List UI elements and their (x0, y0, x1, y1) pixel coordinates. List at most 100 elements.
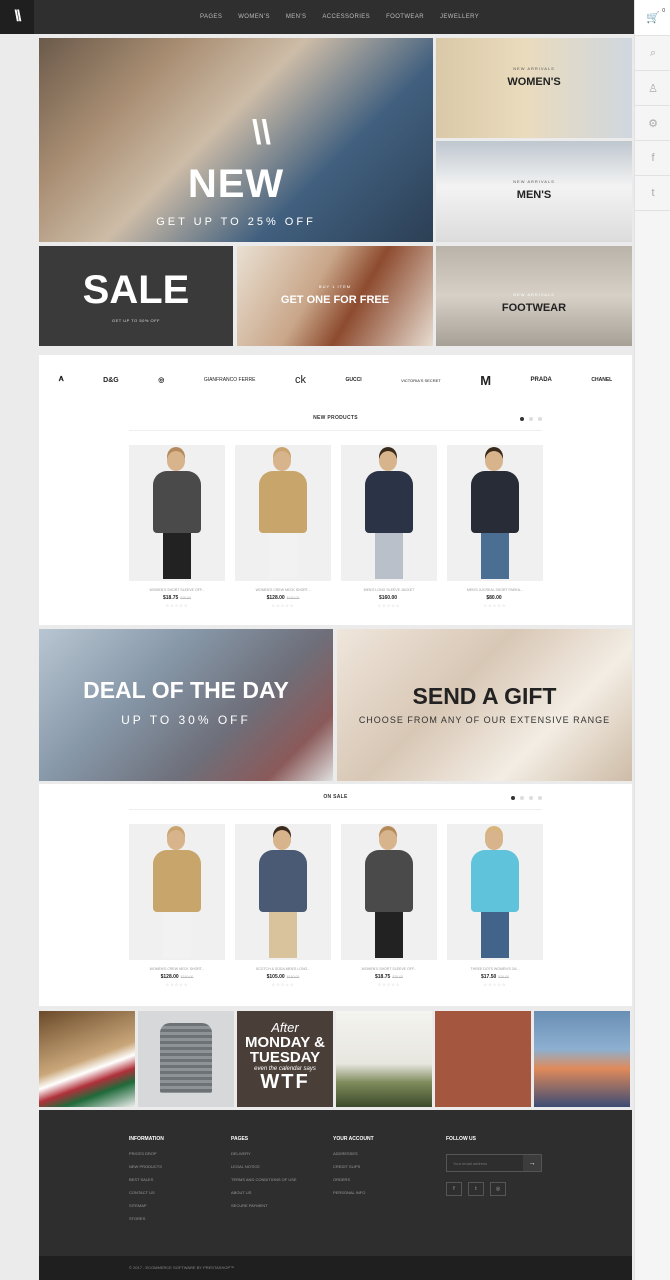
footer-link[interactable]: TERMS AND CONDITIONS OF USE (231, 1177, 297, 1182)
brand-logo-prada[interactable]: PRADA (531, 377, 552, 383)
footer-link[interactable]: CONTACT US (129, 1190, 164, 1195)
gallery-tile[interactable] (534, 1011, 630, 1107)
banner-title: SEND A GIFT (412, 683, 557, 709)
brand-logo-victorias-secret[interactable]: VICTORIA'S SECRET (401, 378, 441, 383)
product-card[interactable]: WOMEN'S SHORT SLEEVE OFF... $18.75 $25.00 ☆… (129, 445, 225, 608)
product-name[interactable]: WOMEN'S SHORT SLEEVE OFF... (129, 588, 225, 592)
newsletter-email-input[interactable] (447, 1155, 523, 1171)
footer-link[interactable]: LEGAL NOTICE (231, 1164, 297, 1169)
product-image[interactable] (447, 445, 543, 581)
pager-dot[interactable] (529, 417, 533, 421)
product-image[interactable] (341, 445, 437, 581)
womens-banner[interactable]: NEW ARRIVALS WOMEN'S (436, 38, 632, 138)
footer-link[interactable]: DELIVERY (231, 1151, 297, 1156)
new-collection-banner[interactable]: \\ NEW GET UP TO 25% OFF (39, 38, 433, 242)
brand-logo-dg[interactable]: D&G (103, 377, 119, 384)
logo[interactable]: \\ (0, 0, 34, 34)
product-card[interactable]: WOMEN'S CREW NECK SHORT... $128.00 $160.00… (235, 445, 331, 608)
nav-item-pages[interactable]: PAGES (200, 14, 222, 20)
quote-line: WTF (260, 1071, 310, 1094)
footer-link[interactable]: SITEMAP (129, 1203, 164, 1208)
carousel-pager[interactable] (511, 796, 542, 800)
product-name[interactable]: MEN'S JUCREAL SHORT PARKA... (447, 588, 543, 592)
footer-link[interactable]: STORES (129, 1216, 164, 1221)
sale-banner[interactable]: SALE GET UP TO 50% OFF (39, 246, 233, 346)
brand-logo-versace[interactable]: ◎ (158, 376, 164, 384)
pager-dot[interactable] (520, 796, 524, 800)
product-card[interactable]: SCOTCH & SODA MEN'S LONG... $105.00 $150.0… (235, 824, 331, 987)
footer-link[interactable]: BEST SALES (129, 1177, 164, 1182)
facebook-icon[interactable]: f (446, 1182, 462, 1196)
product-price: $80.00 (447, 595, 543, 601)
pager-dot[interactable] (511, 796, 515, 800)
old-price: $25.00 (180, 596, 191, 600)
gallery-tile[interactable] (138, 1011, 234, 1107)
product-name[interactable]: THREE DOTS WOMEN'S 3/4... (447, 967, 543, 971)
model-head (379, 830, 397, 850)
product-name[interactable]: WOMEN'S CREW NECK SHORT... (129, 967, 225, 971)
product-card[interactable]: WOMEN'S CREW NECK SHORT... $128.00 $160.00… (129, 824, 225, 987)
brand-logo-ck[interactable]: ck (295, 374, 306, 386)
product-card[interactable]: MEN'S LONG SLEEVE JACKET $160.00 ☆☆☆☆☆ (341, 445, 437, 608)
product-image[interactable] (129, 824, 225, 960)
footer-link[interactable]: CREDIT SLIPS (333, 1164, 374, 1169)
twitter-button[interactable]: t (635, 176, 670, 211)
product-image[interactable] (341, 824, 437, 960)
nav-item-accessories[interactable]: ACCESSORIES (322, 14, 370, 20)
carousel-pager[interactable] (520, 417, 542, 421)
footer-link[interactable]: NEW PRODUCTS (129, 1164, 164, 1169)
brand-logo-chanel[interactable]: CHANEL (591, 377, 612, 383)
mens-banner[interactable]: NEW ARRIVALS MEN'S (436, 141, 632, 242)
copyright-text: © 2017 - ECOMMERCE SOFTWARE BY PRESTASHO… (129, 1265, 235, 1270)
account-button[interactable]: ♙ (635, 71, 670, 106)
pager-dot[interactable] (529, 796, 533, 800)
rss-icon[interactable]: ◎ (490, 1182, 506, 1196)
footer-link[interactable]: ABOUT US (231, 1190, 297, 1195)
gallery-tile[interactable] (336, 1011, 432, 1107)
footwear-banner[interactable]: NEW ARRIVALS FOOTWEAR (436, 246, 632, 346)
brand-logo-ferre[interactable]: GIANFRANCO FERRE (204, 377, 256, 383)
buy-one-get-one-banner[interactable]: BUY 1 ITEM GET ONE FOR FREE (237, 246, 433, 346)
product-card[interactable]: MEN'S JUCREAL SHORT PARKA... $80.00 ☆☆☆☆☆ (447, 445, 543, 608)
footer-link[interactable]: PRICES DROP (129, 1151, 164, 1156)
deal-of-the-day-banner[interactable]: DEAL OF THE DAY UP TO 30% OFF (39, 629, 333, 781)
gallery-tile[interactable] (39, 1011, 135, 1107)
nav-item-womens[interactable]: WOMEN'S (238, 14, 270, 20)
brand-logo-gucci[interactable]: GUCCI (345, 377, 361, 383)
product-card[interactable]: THREE DOTS WOMEN'S 3/4... $17.50 $25.00 ☆☆☆… (447, 824, 543, 987)
footer-link[interactable]: ADDRESSES (333, 1151, 374, 1156)
footer-link[interactable]: PERSONAL INFO (333, 1190, 374, 1195)
model-head (273, 830, 291, 850)
product-image[interactable] (235, 445, 331, 581)
nav-item-footwear[interactable]: FOOTWEAR (386, 14, 424, 20)
footer-link[interactable]: ORDERS (333, 1177, 374, 1182)
product-image[interactable] (447, 824, 543, 960)
facebook-button[interactable]: f (635, 141, 670, 176)
pager-dot[interactable] (520, 417, 524, 421)
search-button[interactable]: ⌕ (635, 36, 670, 71)
product-name[interactable]: MEN'S LONG SLEEVE JACKET (341, 588, 437, 592)
settings-button[interactable]: ⚙ (635, 106, 670, 141)
send-a-gift-banner[interactable]: SEND A GIFT CHOOSE FROM ANY OF OUR EXTEN… (337, 629, 632, 781)
gallery-tile[interactable] (435, 1011, 531, 1107)
model-bottom (269, 533, 297, 579)
product-price: $160.00 (341, 595, 437, 601)
brand-logo-missoni[interactable]: M (480, 373, 491, 388)
product-name[interactable]: WOMEN'S SHORT SLEEVE OFF... (341, 967, 437, 971)
product-image[interactable] (235, 824, 331, 960)
nav-item-mens[interactable]: MEN'S (286, 14, 306, 20)
twitter-icon[interactable]: t (468, 1182, 484, 1196)
nav-item-jewellery[interactable]: JEWELLERY (440, 14, 479, 20)
product-card[interactable]: WOMEN'S SHORT SLEEVE OFF... $18.75 $25.00 ☆… (341, 824, 437, 987)
newsletter-submit-button[interactable]: → (523, 1155, 541, 1171)
product-name[interactable]: WOMEN'S CREW NECK SHORT... (235, 588, 331, 592)
brand-logo-armani[interactable]: 𝐀 (59, 376, 64, 384)
cart-button[interactable]: 🛒 0 (635, 0, 670, 36)
product-name[interactable]: SCOTCH & SODA MEN'S LONG... (235, 967, 331, 971)
pager-dot[interactable] (538, 417, 542, 421)
pager-dot[interactable] (538, 796, 542, 800)
product-image[interactable] (129, 445, 225, 581)
model-bottom (375, 533, 403, 579)
footer-link[interactable]: SECURE PAYMENT (231, 1203, 297, 1208)
gallery-tile-quote[interactable]: After MONDAY & TUESDAY even the calendar… (237, 1011, 333, 1107)
